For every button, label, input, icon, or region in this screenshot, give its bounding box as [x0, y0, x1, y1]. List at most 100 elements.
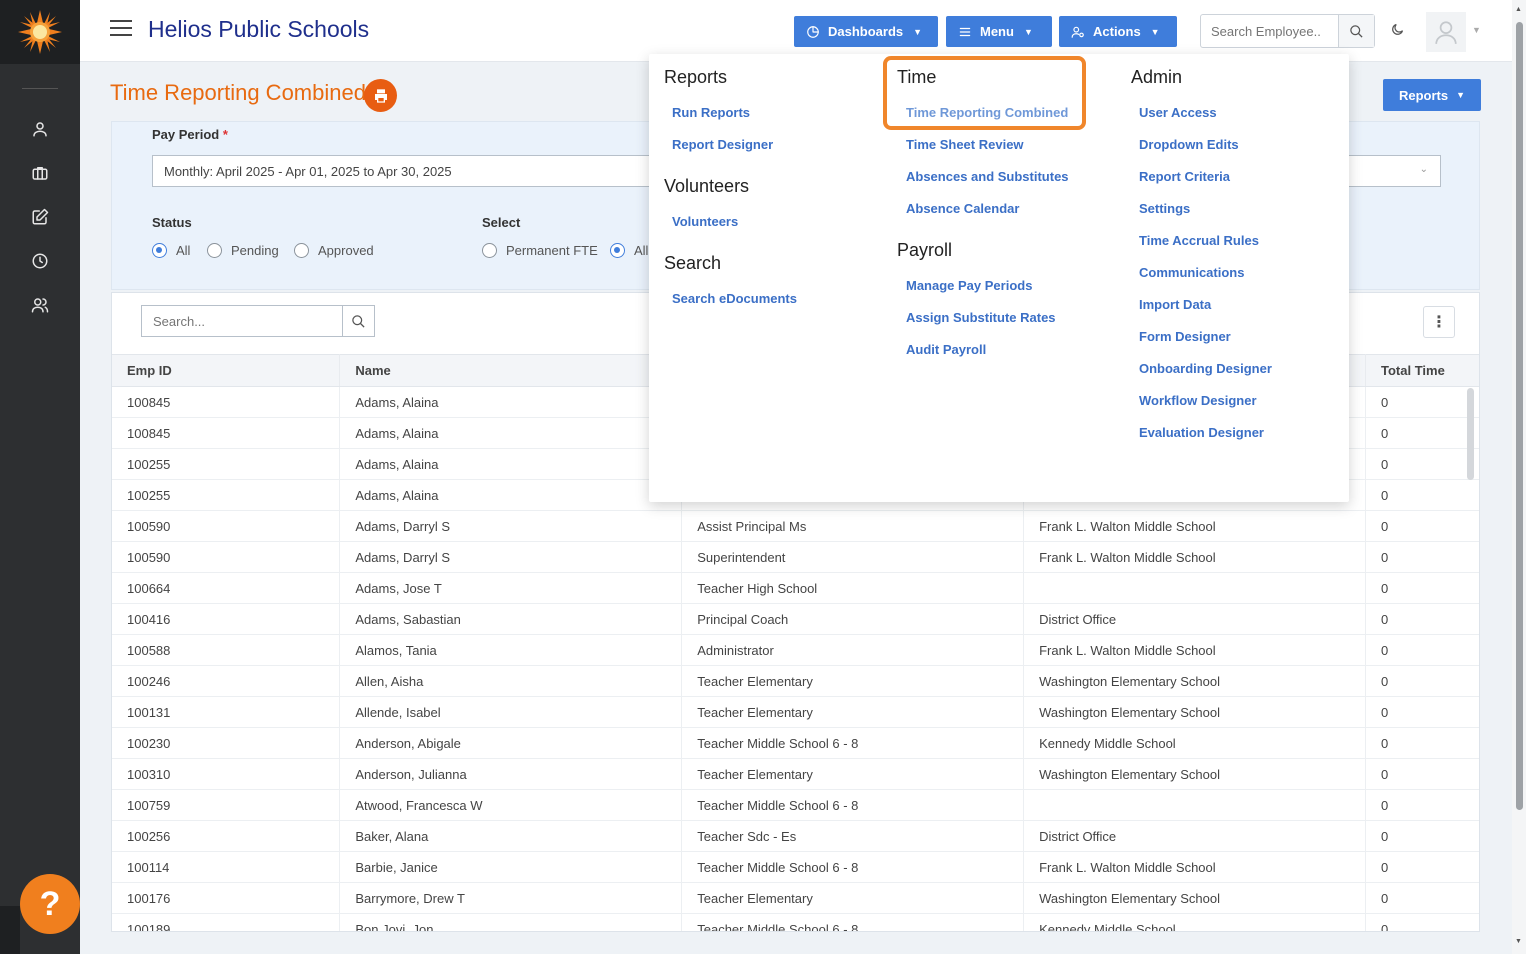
menu-item-report-designer[interactable]: Report Designer — [672, 137, 773, 152]
menu-item-search-edocuments[interactable]: Search eDocuments — [672, 291, 797, 306]
table-row[interactable]: 100664 Adams, Jose T Teacher High School 0 — [112, 572, 1479, 604]
table-row[interactable]: 100588 Alamos, Tania Administrator Frank L.… — [112, 634, 1479, 666]
actions-button[interactable]: Actions ▼ — [1059, 16, 1177, 47]
table-row[interactable]: 100131 Allende, Isabel Teacher Elementary W… — [112, 696, 1479, 728]
cell-name: Allen, Aisha — [339, 665, 683, 697]
status-label: Status — [152, 215, 192, 230]
page-scrollbar[interactable]: ▲ ▼ — [1512, 0, 1526, 954]
table-row[interactable]: 100176 Barrymore, Drew T Teacher Elementar… — [112, 882, 1479, 914]
cell-emp-id: 100845 — [112, 417, 341, 449]
menu-item-onboarding-designer[interactable]: Onboarding Designer — [1139, 361, 1272, 376]
dashboards-button[interactable]: Dashboards ▼ — [794, 16, 938, 47]
menu-item-audit-payroll[interactable]: Audit Payroll — [906, 342, 986, 357]
cell-location: District Office — [1023, 603, 1366, 635]
menu-item-dropdown-edits[interactable]: Dropdown Edits — [1139, 137, 1239, 152]
column-header-emp-id[interactable]: Emp ID — [112, 354, 341, 387]
table-search-input[interactable] — [142, 306, 340, 336]
cell-total-time: 0 — [1365, 448, 1479, 480]
menu-item-manage-pay-periods[interactable]: Manage Pay Periods — [906, 278, 1032, 293]
menu-item-volunteers[interactable]: Volunteers — [672, 214, 738, 229]
radio-indicator[interactable] — [294, 243, 309, 258]
table-row[interactable]: 100246 Allen, Aisha Teacher Elementary Wash… — [112, 665, 1479, 697]
table-scrollbar[interactable] — [1467, 388, 1474, 480]
dashboards-label: Dashboards — [828, 24, 904, 39]
table-row[interactable]: 100256 Baker, Alana Teacher Sdc - Es Distri… — [112, 820, 1479, 852]
cell-emp-id: 100759 — [112, 789, 341, 821]
table-row[interactable]: 100590 Adams, Darryl S Assist Principal Ms… — [112, 510, 1479, 542]
table-row[interactable]: 100416 Adams, Sabastian Principal Coach Dis… — [112, 603, 1479, 635]
employee-search-input[interactable] — [1201, 15, 1337, 47]
cell-location: Frank L. Walton Middle School — [1023, 510, 1366, 542]
clock-icon — [32, 253, 48, 269]
table-row[interactable]: 100759 Atwood, Francesca W Teacher Middle … — [112, 789, 1479, 821]
cell-position: Teacher Sdc - Es — [681, 820, 1025, 852]
cell-location: Frank L. Walton Middle School — [1023, 851, 1366, 883]
column-header-total-time[interactable]: Total Time — [1365, 354, 1479, 387]
theme-toggle[interactable] — [1390, 22, 1405, 40]
chevron-down-icon: ▼ — [913, 26, 923, 37]
cell-emp-id: 100255 — [112, 448, 341, 480]
scroll-down-arrow-icon[interactable]: ▼ — [1515, 938, 1522, 945]
menu-item-time-sheet-review[interactable]: Time Sheet Review — [906, 137, 1024, 152]
radio-indicator[interactable] — [152, 243, 167, 258]
radio-indicator[interactable] — [610, 243, 625, 258]
helios-logo[interactable] — [0, 0, 80, 64]
menu-item-import-data[interactable]: Import Data — [1139, 297, 1211, 312]
select-radio-all[interactable]: All — [610, 243, 648, 258]
sidebar-item-time[interactable] — [0, 239, 80, 283]
menu-item-absence-calendar[interactable]: Absence Calendar — [906, 201, 1019, 216]
scroll-up-arrow-icon[interactable]: ▲ — [1515, 6, 1522, 13]
sidebar-item-people[interactable] — [0, 283, 80, 327]
status-radio-approved[interactable]: Approved — [294, 243, 374, 258]
menu-item-user-access[interactable]: User Access — [1139, 105, 1217, 120]
menu-item-form-designer[interactable]: Form Designer — [1139, 329, 1231, 344]
menu-item-run-reports[interactable]: Run Reports — [672, 105, 750, 120]
menu-label: Menu — [980, 24, 1014, 39]
print-button[interactable] — [364, 79, 397, 112]
status-radio-all[interactable]: All — [152, 243, 190, 258]
column-header-name[interactable]: Name — [339, 354, 683, 387]
menu-item-settings[interactable]: Settings — [1139, 201, 1190, 216]
chevron-down-icon[interactable]: ▼ — [1472, 25, 1481, 35]
more-options-icon[interactable]: ⋮ — [1423, 306, 1455, 338]
pie-chart-icon — [807, 25, 819, 38]
moon-icon — [1392, 23, 1404, 35]
table-row[interactable]: 100189 Bon Jovi, Jon Teacher Middle School… — [112, 913, 1479, 931]
radio-indicator[interactable] — [482, 243, 497, 258]
table-search-button[interactable] — [342, 306, 374, 336]
sidebar-item-edit[interactable] — [0, 195, 80, 239]
menu-item-communications[interactable]: Communications — [1139, 265, 1244, 280]
hamburger-menu-icon[interactable] — [110, 20, 132, 38]
avatar[interactable] — [1426, 12, 1466, 52]
menu-item-absences-and-substitutes[interactable]: Absences and Substitutes — [906, 169, 1069, 184]
employee-search-button[interactable] — [1338, 15, 1374, 47]
menu-button[interactable]: Menu ▼ — [946, 16, 1052, 47]
page-scrollbar-thumb[interactable] — [1516, 22, 1523, 810]
cell-name: Adams, Alaina — [339, 386, 683, 418]
cell-total-time: 0 — [1365, 789, 1479, 821]
table-row[interactable]: 100310 Anderson, Julianna Teacher Elementa… — [112, 758, 1479, 790]
cell-emp-id: 100664 — [112, 572, 341, 604]
cell-location: Frank L. Walton Middle School — [1023, 634, 1366, 666]
employee-search — [1200, 14, 1375, 48]
table-row[interactable]: 100114 Barbie, Janice Teacher Middle Schoo… — [112, 851, 1479, 883]
menu-item-time-accrual-rules[interactable]: Time Accrual Rules — [1139, 233, 1259, 248]
menu-item-report-criteria[interactable]: Report Criteria — [1139, 169, 1230, 184]
menu-item-evaluation-designer[interactable]: Evaluation Designer — [1139, 425, 1264, 440]
radio-indicator[interactable] — [207, 243, 222, 258]
table-row[interactable]: 100230 Anderson, Abigale Teacher Middle Sc… — [112, 727, 1479, 759]
select-radio-permanent-fte[interactable]: Permanent FTE — [482, 243, 598, 258]
chevron-down-icon: ⌄ — [1419, 164, 1428, 175]
status-radio-pending[interactable]: Pending — [207, 243, 279, 258]
menu-item-assign-substitute-rates[interactable]: Assign Substitute Rates — [906, 310, 1056, 325]
cell-total-time: 0 — [1365, 851, 1479, 883]
sidebar-item-profile[interactable] — [0, 107, 80, 151]
menu-item-workflow-designer[interactable]: Workflow Designer — [1139, 393, 1257, 408]
menu-item-time-reporting-combined[interactable]: Time Reporting Combined — [906, 105, 1068, 120]
reports-button[interactable]: Reports ▼ — [1383, 79, 1481, 111]
help-button[interactable]: ? — [20, 874, 80, 934]
cell-total-time: 0 — [1365, 479, 1479, 511]
sidebar-item-jobs[interactable] — [0, 151, 80, 195]
cell-total-time: 0 — [1365, 913, 1479, 931]
table-row[interactable]: 100590 Adams, Darryl S Superintendent Frank… — [112, 541, 1479, 573]
